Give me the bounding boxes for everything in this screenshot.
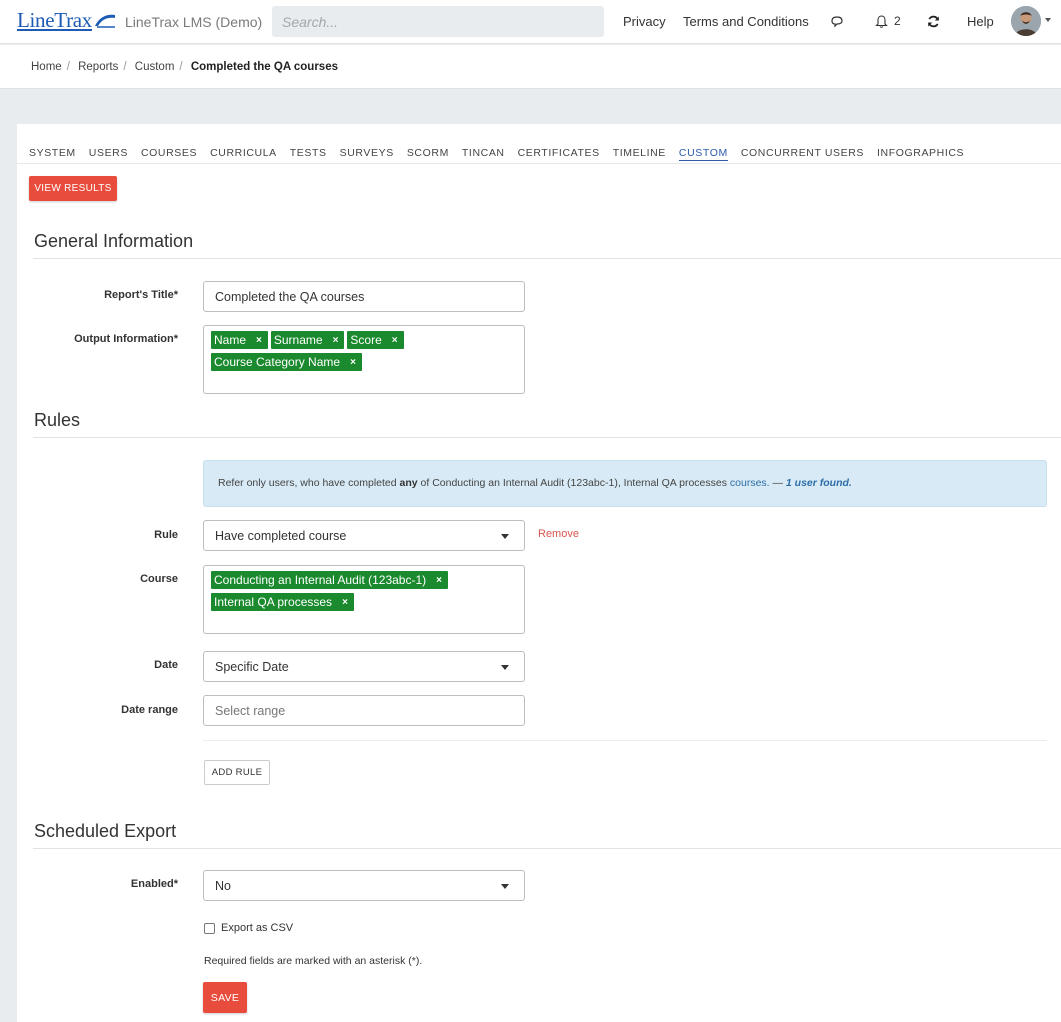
help-link[interactable]: Help xyxy=(967,14,994,29)
general-information-title: General Information xyxy=(34,231,194,251)
enabled-select[interactable]: No xyxy=(203,870,525,901)
tab-infographics[interactable]: INFOGRAPHICS xyxy=(877,147,964,161)
chat-icon[interactable] xyxy=(828,12,846,30)
breadcrumb-reports[interactable]: Reports xyxy=(78,61,118,73)
report-tabs: SYSTEM USERS COURSES CURRICULA TESTS SUR… xyxy=(29,147,977,161)
export-csv-label: Export as CSV xyxy=(221,922,294,934)
output-information-select[interactable]: Name × Surname × Score × Course Category Na… xyxy=(203,325,525,394)
course-label: Course xyxy=(140,573,178,585)
tab-concurrent-users[interactable]: CONCURRENT USERS xyxy=(741,147,864,161)
section-divider xyxy=(33,848,1061,849)
date-select[interactable]: Specific Date xyxy=(203,651,525,682)
scheduled-export-title: Scheduled Export xyxy=(34,821,177,841)
remove-tag-icon[interactable]: × xyxy=(256,335,262,346)
date-selected-value: Specific Date xyxy=(215,659,289,674)
output-tag: Surname × xyxy=(270,331,345,349)
remove-tag-icon[interactable]: × xyxy=(392,335,398,346)
terms-link[interactable]: Terms and Conditions xyxy=(683,14,809,29)
required-fields-note: Required fields are marked with an aster… xyxy=(204,955,423,967)
tab-tests[interactable]: TESTS xyxy=(290,147,327,161)
tab-timeline[interactable]: TIMELINE xyxy=(613,147,666,161)
logo[interactable]: LineTrax xyxy=(17,9,116,31)
breadcrumb-current: Completed the QA courses xyxy=(190,61,338,73)
tab-system[interactable]: SYSTEM xyxy=(29,147,76,161)
breadcrumb-custom[interactable]: Custom xyxy=(135,61,175,73)
date-range-label: Date range xyxy=(121,704,178,716)
dropdown-caret-icon xyxy=(501,884,509,889)
refresh-icon[interactable] xyxy=(924,12,942,30)
tab-tincan[interactable]: TINCAN xyxy=(462,147,505,161)
breadcrumb: Home / Reports / Custom / Completed the QA … xyxy=(31,61,338,73)
add-rule-button[interactable]: ADD RULE xyxy=(204,760,270,785)
top-navbar: LineTrax LineTrax LMS (Demo) Privacy Ter… xyxy=(0,0,1061,44)
breadcrumb-bar: Home / Reports / Custom / Completed the QA … xyxy=(0,45,1061,89)
tab-curricula[interactable]: CURRICULA xyxy=(210,147,277,161)
export-csv-checkbox[interactable] xyxy=(204,922,215,934)
remove-tag-icon[interactable]: × xyxy=(342,597,348,608)
section-divider xyxy=(33,437,1061,438)
save-button[interactable]: SAVE xyxy=(203,982,247,1013)
avatar[interactable] xyxy=(1011,6,1041,36)
dropdown-caret-icon xyxy=(501,665,509,670)
tab-certificates[interactable]: CERTIFICATES xyxy=(518,147,600,161)
export-csv-row[interactable]: Export as CSV xyxy=(204,922,293,934)
remove-tag-icon[interactable]: × xyxy=(436,575,442,586)
logo-text: LineTrax xyxy=(17,8,92,32)
privacy-link[interactable]: Privacy xyxy=(623,14,666,29)
tabs-divider xyxy=(17,163,1061,164)
app-name: LineTrax LMS (Demo) xyxy=(125,14,263,30)
output-tag: Name × xyxy=(211,331,268,349)
rule-selected-value: Have completed course xyxy=(215,528,347,543)
rule-summary-alert: Refer only users, who have completed any… xyxy=(203,460,1047,507)
rules-title: Rules xyxy=(34,410,81,430)
remove-tag-icon[interactable]: × xyxy=(350,357,356,368)
date-label: Date xyxy=(154,659,178,671)
remove-tag-icon[interactable]: × xyxy=(333,335,339,346)
output-tag: Course Category Name × xyxy=(211,353,362,371)
report-title-field[interactable]: Completed the QA courses xyxy=(203,281,525,312)
chevron-down-icon[interactable] xyxy=(1045,18,1051,22)
logo-swoosh-icon xyxy=(95,14,115,28)
view-results-button[interactable]: VIEW RESULTS xyxy=(29,176,117,201)
enabled-label: Enabled* xyxy=(130,878,178,890)
remove-rule-link[interactable]: Remove xyxy=(538,528,579,540)
course-tag: Conducting an Internal Audit (123abc-1) × xyxy=(211,571,448,589)
date-range-input[interactable]: Select range xyxy=(203,695,525,726)
course-select[interactable]: Conducting an Internal Audit (123abc-1) ×… xyxy=(203,565,525,634)
bell-icon[interactable] xyxy=(872,12,890,30)
breadcrumb-home[interactable]: Home xyxy=(31,61,62,73)
output-tag: Score × xyxy=(347,331,404,349)
tab-users[interactable]: USERS xyxy=(89,147,128,161)
tab-scorm[interactable]: SCORM xyxy=(407,147,449,161)
notification-count: 2 xyxy=(894,14,901,28)
rules-divider xyxy=(203,740,1047,741)
rule-label: Rule xyxy=(154,529,178,541)
enabled-selected-value: No xyxy=(215,878,231,893)
dropdown-caret-icon xyxy=(501,534,509,539)
search-input[interactable] xyxy=(272,6,604,37)
tab-custom[interactable]: CUSTOM xyxy=(678,147,728,161)
tab-surveys[interactable]: SURVEYS xyxy=(340,147,394,161)
section-divider xyxy=(33,258,1061,259)
course-tag: Internal QA processes × xyxy=(211,593,354,611)
output-information-label: Output Information* xyxy=(74,333,178,345)
rule-select[interactable]: Have completed course xyxy=(203,520,525,551)
report-title-label: Report's Title* xyxy=(104,289,178,301)
tab-courses[interactable]: COURSES xyxy=(141,147,197,161)
